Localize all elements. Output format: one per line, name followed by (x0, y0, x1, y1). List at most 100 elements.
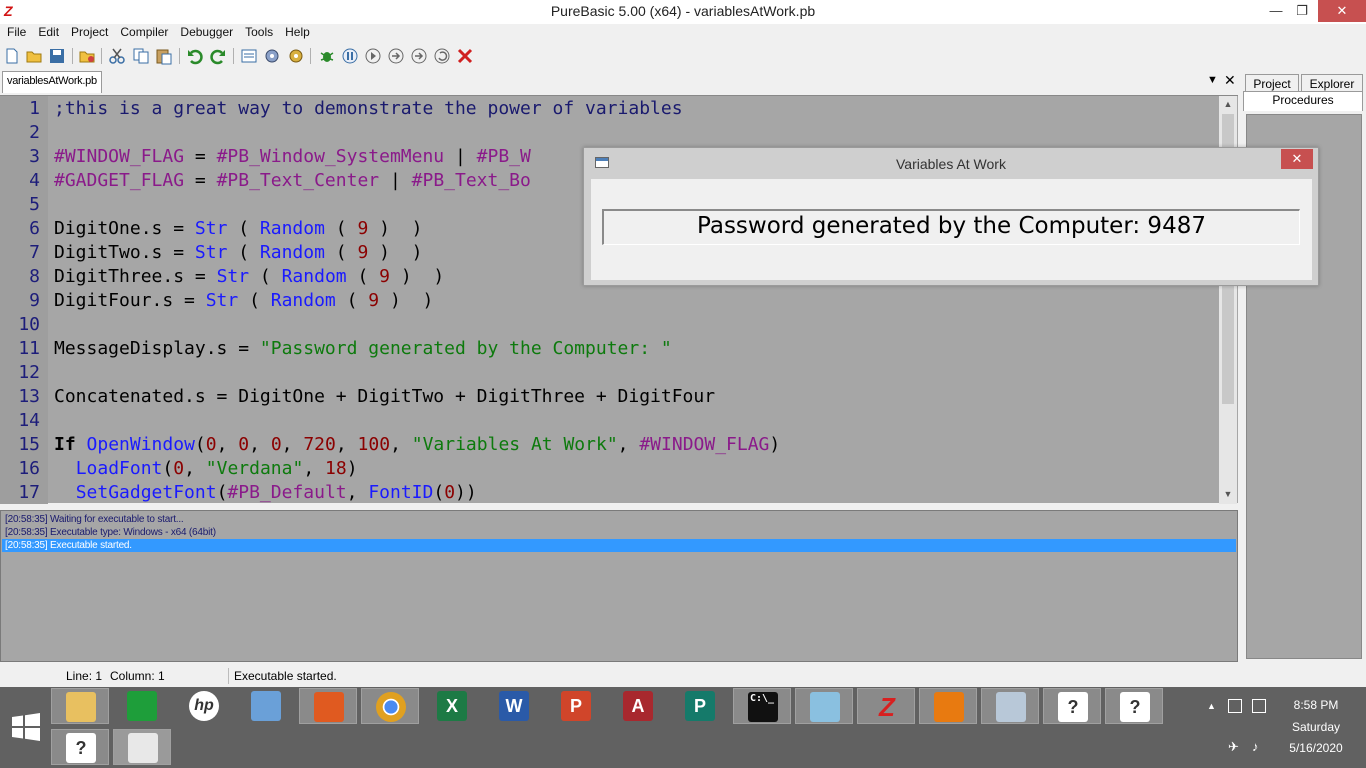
constant: #WINDOW_FLAG (639, 434, 770, 455)
control-panel-icon (251, 691, 281, 721)
step-out-icon[interactable] (410, 47, 428, 65)
taskbar-publisher[interactable]: P (671, 688, 729, 724)
action-center-icon[interactable] (1228, 699, 1242, 713)
taskbar-help-3[interactable]: ? (51, 729, 109, 765)
compile-run-icon[interactable] (263, 47, 281, 65)
paren: ( (216, 482, 228, 503)
save-all-icon[interactable] (78, 47, 96, 65)
procedure-browser-icon[interactable] (240, 47, 258, 65)
code-line-4: #GADGET_FLAG = #PB_Text_Center | #PB_Tex… (54, 169, 531, 193)
cmd-icon: C:\_ (748, 692, 778, 722)
taskbar-purebasic[interactable]: Z (857, 688, 915, 724)
log-line[interactable]: [20:58:35] Waiting for executable to sta… (5, 513, 184, 526)
scroll-up-icon[interactable]: ▲ (1222, 99, 1234, 109)
variable: DigitThree.s = (54, 266, 217, 287)
paren: ) (346, 458, 358, 479)
dialog-close-button[interactable]: ✕ (1281, 149, 1313, 169)
tab-list-icon[interactable]: ▼ (1207, 74, 1218, 86)
menu-file[interactable]: File (0, 24, 31, 39)
taskbar-task-manager[interactable] (981, 688, 1039, 724)
menu-edit[interactable]: Edit (31, 24, 64, 39)
constant: #PB_Default (227, 482, 347, 503)
kill-program-icon[interactable] (456, 47, 474, 65)
line-number: 13 (18, 386, 40, 407)
help-icon: ? (1120, 692, 1150, 722)
minimize-button[interactable]: — (1262, 0, 1290, 22)
taskbar-running-program[interactable] (113, 729, 171, 765)
taskbar-help-1[interactable]: ? (1043, 688, 1101, 724)
taskbar-powerpoint[interactable]: P (547, 688, 605, 724)
compiler-options-icon[interactable] (287, 47, 305, 65)
clock-date[interactable]: 5/16/2020 (1286, 741, 1346, 755)
status-bar: Line: 1 Column: 1 Executable started. (0, 665, 1366, 687)
taskbar-store[interactable] (113, 688, 171, 724)
comma: , (249, 434, 271, 455)
start-button[interactable] (12, 713, 40, 741)
menu-help[interactable]: Help (278, 24, 315, 39)
paren: ( (227, 218, 260, 239)
notepad-icon (810, 692, 840, 722)
tab-explorer[interactable]: Explorer (1301, 74, 1363, 92)
constant: #PB_Text_Bo (411, 170, 531, 191)
airplane-mode-icon[interactable]: ✈ (1228, 739, 1239, 755)
debugger-icon[interactable] (318, 47, 336, 65)
save-icon[interactable] (48, 47, 66, 65)
constant: #PB_Window_SystemMenu (216, 146, 445, 167)
function: LoadFont (75, 458, 163, 479)
paste-icon[interactable] (155, 47, 173, 65)
step-over-icon[interactable] (387, 47, 405, 65)
compiler-output-log[interactable]: [20:58:35] Waiting for executable to sta… (0, 510, 1238, 662)
log-line[interactable]: [20:58:35] Executable type: Windows - x6… (5, 526, 216, 539)
title-bar: Z PureBasic 5.00 (x64) - variablesAtWork… (0, 0, 1366, 24)
step-icon[interactable] (364, 47, 382, 65)
network-icon[interactable] (1252, 699, 1266, 713)
line-number: 3 (29, 146, 40, 167)
undo-icon[interactable] (186, 47, 204, 65)
taskbar-word[interactable]: W (485, 688, 543, 724)
taskbar-file-explorer[interactable] (51, 688, 109, 724)
taskbar-hp[interactable]: hp (175, 688, 233, 724)
open-file-icon[interactable] (25, 47, 43, 65)
show-hidden-icons[interactable]: ▲ (1207, 701, 1216, 711)
number: 0 (173, 458, 185, 479)
stop-icon[interactable] (341, 47, 359, 65)
menu-tools[interactable]: Tools (238, 24, 278, 39)
chrome-icon (376, 692, 406, 722)
taskbar-help-2[interactable]: ? (1105, 688, 1163, 724)
volume-muted-icon[interactable]: ♪ (1252, 739, 1259, 754)
taskbar-cmd[interactable]: C:\_ (733, 688, 791, 724)
clock-time[interactable]: 8:58 PM (1286, 698, 1346, 712)
tab-procedures[interactable]: Procedures (1243, 91, 1363, 111)
taskbar-media-player[interactable] (919, 688, 977, 724)
restart-icon[interactable] (433, 47, 451, 65)
variables-at-work-window: Variables At Work ✕ Password generated b… (583, 147, 1319, 286)
taskbar-chrome[interactable] (361, 688, 419, 724)
close-button[interactable]: ✕ (1318, 0, 1366, 22)
scroll-down-icon[interactable]: ▼ (1222, 489, 1234, 499)
copy-icon[interactable] (132, 47, 150, 65)
code-line-13: Concatenated.s = DigitOne + DigitTwo + D… (54, 386, 716, 407)
restore-button[interactable]: ❐ (1288, 0, 1316, 22)
function: OpenWindow (86, 434, 195, 455)
taskbar-access[interactable]: A (609, 688, 667, 724)
line-number: 17 (18, 482, 40, 503)
clock-day[interactable]: Saturday (1286, 720, 1346, 734)
menu-project[interactable]: Project (64, 24, 113, 39)
taskbar-excel[interactable]: X (423, 688, 481, 724)
taskbar-office[interactable] (299, 688, 357, 724)
close-tab-icon[interactable]: ✕ (1224, 72, 1236, 89)
string-literal: "Verdana" (205, 458, 304, 479)
paren: ) (400, 218, 423, 239)
taskbar-notepad[interactable] (795, 688, 853, 724)
log-line-selected[interactable]: [20:58:35] Executable started. (5, 539, 132, 552)
menu-debugger[interactable]: Debugger (173, 24, 238, 39)
dialog-title-bar[interactable]: Variables At Work ✕ (584, 148, 1318, 178)
new-file-icon[interactable] (3, 47, 21, 65)
tab-project[interactable]: Project (1245, 74, 1299, 92)
paren: ( (162, 458, 174, 479)
tab-variablesatwork[interactable]: variablesAtWork.pb (2, 71, 102, 93)
redo-icon[interactable] (209, 47, 227, 65)
cut-icon[interactable] (108, 47, 126, 65)
taskbar-control-panel[interactable] (237, 688, 295, 724)
menu-compiler[interactable]: Compiler (113, 24, 173, 39)
